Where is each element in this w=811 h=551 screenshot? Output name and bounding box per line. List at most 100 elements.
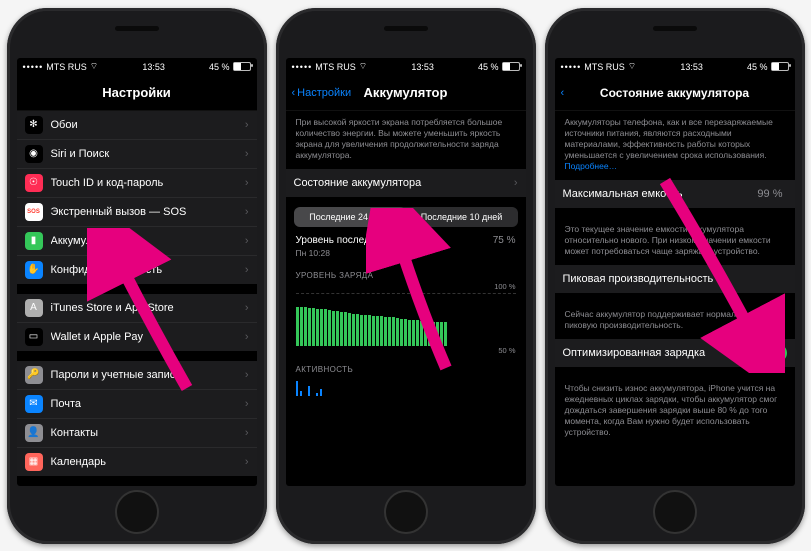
settings-row-g1-5[interactable]: ✋Конфиденциальность› (17, 256, 257, 284)
nav-header: Настройки (17, 76, 257, 111)
carrier-label: MTS RUS (46, 62, 87, 72)
last-charge-label: Уровень последнего заряда (296, 235, 426, 246)
row-icon: ▭ (25, 328, 43, 346)
signal-icon: ••••• (561, 62, 582, 72)
back-button[interactable]: ‹ Настройки (292, 87, 352, 99)
battery-pct: 45 % (747, 62, 768, 72)
row-label: Siri и Поиск (51, 148, 237, 160)
row-label: iTunes Store и App Store (51, 302, 237, 314)
row-icon: ✻ (25, 116, 43, 134)
scale-50: 50 % (286, 346, 526, 355)
row-label: Контакты (51, 427, 237, 439)
settings-row-g1-0[interactable]: ✻ Обои › (17, 111, 257, 140)
settings-row-g1-3[interactable]: SOSЭкстренный вызов — SOS› (17, 198, 257, 227)
nav-header: ‹ Состояние аккумулятора (555, 76, 795, 111)
brightness-note: При высокой яркости экрана потребляется … (286, 111, 526, 169)
row-label: Почта (51, 398, 237, 410)
chevron-right-icon: › (245, 398, 249, 410)
max-capacity-label: Максимальная емкость (563, 188, 750, 200)
row-icon: ◉ (25, 145, 43, 163)
charge-level-chart (296, 293, 516, 346)
wifi-icon: ⌔ (90, 61, 98, 72)
wifi-icon: ⌔ (628, 61, 636, 72)
optimized-charging-toggle[interactable] (755, 344, 787, 362)
settings-row-g1-4[interactable]: ▮ Аккумулятор › (17, 227, 257, 256)
battery-health-content[interactable]: Аккумуляторы телефона, как и все перезар… (555, 111, 795, 486)
chevron-right-icon: › (514, 177, 518, 189)
learn-more-link[interactable]: Подробнее… (565, 161, 618, 171)
phone-frame-2: ••••• MTS RUS ⌔ 13:53 45 % ‹ Настройки А… (276, 8, 536, 544)
seg-24h[interactable]: Последние 24 часа (294, 207, 406, 227)
status-time: 13:53 (680, 62, 703, 72)
chevron-right-icon: › (245, 119, 249, 131)
peak-performance-footer: Сейчас аккумулятор поддерживает нормальн… (555, 303, 795, 339)
row-label: Обои (51, 119, 237, 131)
status-bar: ••••• MTS RUS ⌔ 13:53 45 % (286, 58, 526, 76)
chevron-right-icon: › (245, 427, 249, 439)
row-icon: 👤 (25, 424, 43, 442)
intro-body: Аккумуляторы телефона, как и все перезар… (565, 117, 773, 160)
status-bar: ••••• MTS RUS ⌔ 13:53 45 % (17, 58, 257, 76)
settings-row-g1-1[interactable]: ◉ Siri и Поиск › (17, 140, 257, 169)
chevron-right-icon: › (245, 331, 249, 343)
battery-content[interactable]: При высокой яркости экрана потребляется … (286, 111, 526, 486)
chevron-left-icon: ‹ (561, 87, 565, 99)
signal-icon: ••••• (23, 62, 44, 72)
settings-row-g1-2[interactable]: ☉ Touch ID и код-пароль › (17, 169, 257, 198)
seg-10d[interactable]: Последние 10 дней (406, 207, 518, 227)
battery-health-row[interactable]: Состояние аккумулятора › (286, 169, 526, 197)
battery-health-label: Состояние аккумулятора (294, 177, 506, 189)
battery-pct: 45 % (209, 62, 230, 72)
settings-row-g3-2[interactable]: 👤 Контакты › (17, 419, 257, 448)
row-icon: ✉ (25, 395, 43, 413)
phone-frame-3: ••••• MTS RUS ⌔ 13:53 45 % ‹ Состояние а… (545, 8, 805, 544)
chevron-left-icon: ‹ (292, 87, 296, 99)
time-range-segmented[interactable]: Последние 24 часа Последние 10 дней (294, 207, 518, 227)
activity-section-label: АКТИВНОСТЬ (286, 361, 526, 376)
row-label: Конфиденциальность (51, 264, 237, 276)
intro-text: Аккумуляторы телефона, как и все перезар… (555, 111, 795, 180)
back-button[interactable]: ‹ (561, 87, 565, 99)
row-icon: ▦ (25, 453, 43, 471)
battery-pct: 45 % (478, 62, 499, 72)
battery-icon (771, 62, 789, 71)
battery-icon (233, 62, 251, 71)
max-capacity-footer: Это текущее значение емкости аккумулятор… (555, 218, 795, 265)
chevron-right-icon: › (245, 302, 249, 314)
chevron-right-icon: › (245, 369, 249, 381)
chevron-right-icon: › (245, 148, 249, 160)
battery-icon (502, 62, 520, 71)
signal-icon: ••••• (292, 62, 313, 72)
row-icon: ☉ (25, 174, 43, 192)
screen-2: ••••• MTS RUS ⌔ 13:53 45 % ‹ Настройки А… (286, 58, 526, 486)
settings-row-g3-0[interactable]: 🔑Пароли и учетные записи› (17, 361, 257, 390)
settings-row-g3-3[interactable]: ▦Календарь› (17, 448, 257, 476)
peak-performance-label: Пиковая производительность (563, 273, 787, 285)
settings-list[interactable]: ✻ Обои › ◉ Siri и Поиск › ☉ Touch ID и код-паро… (17, 111, 257, 486)
row-icon: SOS (25, 203, 43, 221)
wifi-icon: ⌔ (359, 61, 367, 72)
back-label: Настройки (297, 87, 351, 99)
chevron-right-icon: › (245, 177, 249, 189)
max-capacity-row: Максимальная емкость 99 % (555, 180, 795, 208)
last-charge-row: Уровень последнего заряда 75 % (286, 233, 526, 248)
row-icon: ▮ (25, 232, 43, 250)
peak-performance-row: Пиковая производительность (555, 265, 795, 293)
row-label: Календарь (51, 456, 237, 468)
page-title: Аккумулятор (364, 85, 448, 100)
settings-row-g3-1[interactable]: ✉ Почта › (17, 390, 257, 419)
charge-section-label: УРОВЕНЬ ЗАРЯДА (286, 267, 526, 282)
row-label: Пароли и учетные записи (51, 369, 237, 381)
last-charge-value: 75 % (493, 235, 516, 246)
chevron-right-icon: › (245, 235, 249, 247)
status-time: 13:53 (142, 62, 165, 72)
chevron-right-icon: › (245, 264, 249, 276)
row-icon: A (25, 299, 43, 317)
settings-row-g2-0[interactable]: AiTunes Store и App Store › (17, 294, 257, 323)
row-label: Touch ID и код-пароль (51, 177, 237, 189)
settings-row-g2-1[interactable]: ▭Wallet и Apple Pay› (17, 323, 257, 351)
optimized-charging-row[interactable]: Оптимизированная зарядка (555, 339, 795, 367)
optimized-charging-label: Оптимизированная зарядка (563, 347, 747, 359)
row-label: Аккумулятор (51, 235, 237, 247)
max-capacity-value: 99 % (757, 188, 782, 200)
